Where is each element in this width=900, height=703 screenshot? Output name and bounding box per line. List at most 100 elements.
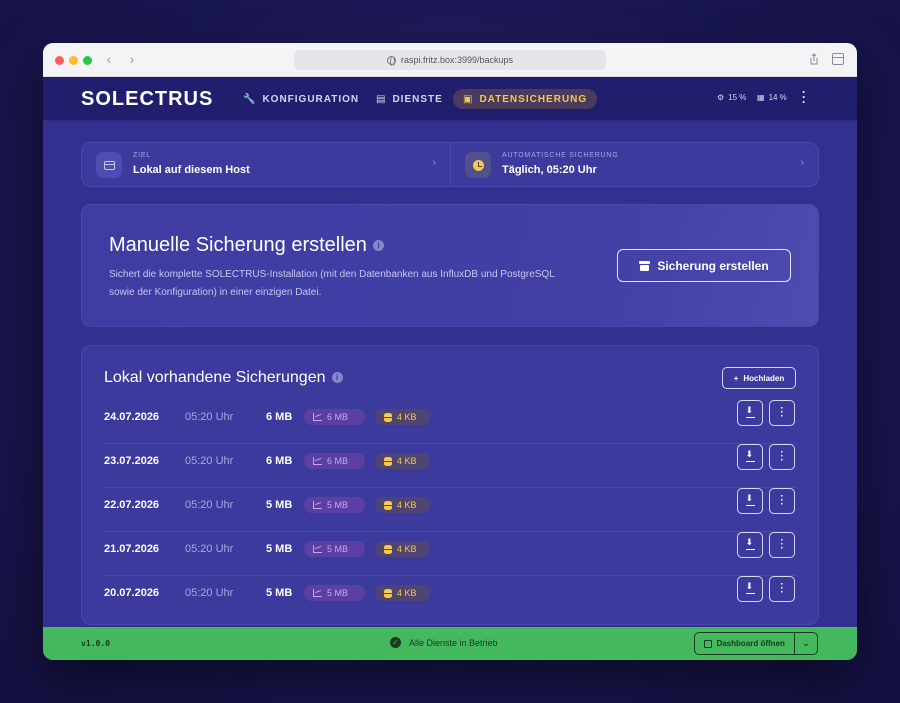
backup-time: 05:20 Uhr (185, 543, 234, 555)
nav-datensicherung-label: DATENSICHERUNG (479, 93, 588, 105)
download-button[interactable] (737, 576, 763, 602)
row-menu-button[interactable]: · · · (769, 400, 795, 426)
chart-icon (313, 501, 322, 509)
more-menu-icon[interactable]: · · · (802, 86, 806, 108)
upload-label: Hochladen (743, 373, 785, 383)
maximize-window-button[interactable] (83, 56, 92, 65)
row-menu-button[interactable]: · · · (769, 444, 795, 470)
globe-icon (386, 55, 396, 67)
open-dashboard-split-button: Dashboard öffnen ⌄ (694, 632, 818, 655)
manual-backup-card: Manuelle Sicherung erstellen i Sichert di… (81, 204, 819, 327)
browser-toolbar: ‹ › raspi.fritz.box:3999/backups (43, 43, 857, 77)
nav-datensicherung[interactable]: ▣ DATENSICHERUNG (453, 89, 598, 109)
backup-row: 24.07.2026 05:20 Uhr 6 MB 6 MB 4 KB ··· (104, 400, 796, 444)
download-button[interactable] (737, 400, 763, 426)
address-bar[interactable]: raspi.fritz.box:3999/backups (294, 50, 606, 70)
row-menu-button[interactable]: · · · (769, 576, 795, 602)
automatic-backup-label: AUTOMATISCHE SICHERUNG (502, 152, 619, 159)
download-icon (745, 581, 755, 594)
more-vertical-icon: · · · (780, 403, 784, 422)
app-header: SOLECTRUS 🔧 KONFIGURATION ▤ DIENSTE ▣ DA… (43, 77, 857, 121)
open-dashboard-button[interactable]: Dashboard öffnen (695, 633, 796, 654)
backup-size: 6 MB (266, 411, 293, 423)
target-value: Lokal auf diesem Host (133, 164, 250, 176)
close-window-button[interactable] (55, 56, 64, 65)
forward-arrow-icon[interactable]: › (126, 51, 138, 67)
backup-date: 21.07.2026 (104, 543, 160, 555)
automatic-backup[interactable]: AUTOMATISCHE SICHERUNG Täglich, 05:20 Uh… (450, 143, 818, 186)
backup-time: 05:20 Uhr (185, 499, 234, 511)
download-icon (745, 449, 755, 462)
download-button[interactable] (737, 444, 763, 470)
influxdb-size-badge: 6 MB (304, 409, 365, 425)
manual-backup-title-text: Manuelle Sicherung erstellen (109, 234, 367, 256)
minimize-window-button[interactable] (69, 56, 78, 65)
postgres-size: 4 KB (397, 456, 417, 466)
download-button[interactable] (737, 532, 763, 558)
influxdb-size: 5 MB (327, 588, 349, 598)
info-icon[interactable]: i (372, 240, 384, 252)
database-icon (384, 500, 392, 510)
backup-size: 5 MB (266, 499, 293, 511)
database-icon (384, 588, 392, 598)
target-location[interactable]: ZIEL Lokal auf diesem Host › (82, 143, 450, 186)
archive-icon: ▣ (463, 93, 474, 105)
backup-date: 20.07.2026 (104, 587, 160, 599)
postgres-size-badge: 4 KB (375, 497, 430, 513)
solectrus-logo[interactable]: SOLECTRUS (81, 88, 213, 111)
backup-date: 22.07.2026 (104, 499, 160, 511)
backup-date: 23.07.2026 (104, 455, 160, 467)
backup-size: 5 MB (266, 587, 293, 599)
row-menu-button[interactable]: · · · (769, 532, 795, 558)
backup-row: 21.07.2026 05:20 Uhr 5 MB 5 MB 4 KB ··· (104, 532, 796, 576)
clock-icon (465, 152, 491, 178)
upload-button[interactable]: + Hochladen (722, 367, 796, 389)
version-label: v1.0.0 (81, 639, 110, 648)
tabs-overview-icon[interactable] (832, 53, 844, 65)
external-link-icon (704, 639, 713, 648)
service-status-text: Alle Dienste in Betrieb (409, 637, 498, 648)
memory-icon: ▦ (757, 93, 765, 102)
chart-icon (313, 589, 322, 597)
target-label: ZIEL (133, 152, 151, 159)
influxdb-size-badge: 6 MB (304, 453, 365, 469)
backup-time: 05:20 Uhr (185, 455, 234, 467)
memory-usage: ▦ 14 % (757, 93, 787, 102)
backup-size: 6 MB (266, 455, 293, 467)
create-backup-button[interactable]: Sicherung erstellen (617, 249, 791, 282)
download-icon (745, 493, 755, 506)
more-vertical-icon: · · · (780, 535, 784, 554)
row-menu-button[interactable]: · · · (769, 488, 795, 514)
chevron-right-icon: › (800, 157, 804, 169)
cpu-icon: ⚙ (717, 93, 725, 102)
influxdb-size: 5 MB (327, 500, 349, 510)
service-status: ✓ Alle Dienste in Betrieb (390, 637, 498, 648)
back-arrow-icon[interactable]: ‹ (103, 51, 115, 67)
manual-backup-description: Sichert die komplette SOLECTRUS-Installa… (109, 269, 555, 298)
postgres-size-badge: 4 KB (375, 453, 430, 469)
download-button[interactable] (737, 488, 763, 514)
postgres-size-badge: 4 KB (375, 541, 430, 557)
nav-dienste-label: DIENSTE (392, 93, 443, 105)
database-icon (384, 544, 392, 554)
chevron-right-icon: › (432, 157, 436, 169)
info-icon[interactable]: i (331, 372, 343, 384)
backup-row: 22.07.2026 05:20 Uhr 5 MB 5 MB 4 KB ··· (104, 488, 796, 532)
influxdb-size-badge: 5 MB (304, 585, 365, 601)
backup-time: 05:20 Uhr (185, 411, 234, 423)
automatic-backup-value: Täglich, 05:20 Uhr (502, 164, 597, 176)
plus-icon: + (733, 373, 739, 383)
postgres-size-badge: 4 KB (375, 409, 430, 425)
influxdb-size: 6 MB (327, 412, 349, 422)
cpu-value: 15 % (728, 93, 747, 102)
wrench-icon: 🔧 (243, 93, 257, 105)
nav-konfiguration[interactable]: 🔧 KONFIGURATION (233, 89, 369, 109)
browser-window: ‹ › raspi.fritz.box:3999/backups SOLECTR… (43, 43, 857, 660)
server-icon (96, 152, 122, 178)
check-circle-icon: ✓ (390, 637, 401, 648)
nav-dienste[interactable]: ▤ DIENSTE (366, 89, 453, 109)
chevron-down-icon[interactable]: ⌄ (795, 638, 817, 649)
share-icon[interactable] (808, 53, 820, 65)
database-icon (384, 412, 392, 422)
backup-row: 20.07.2026 05:20 Uhr 5 MB 5 MB 4 KB ··· (104, 576, 796, 620)
